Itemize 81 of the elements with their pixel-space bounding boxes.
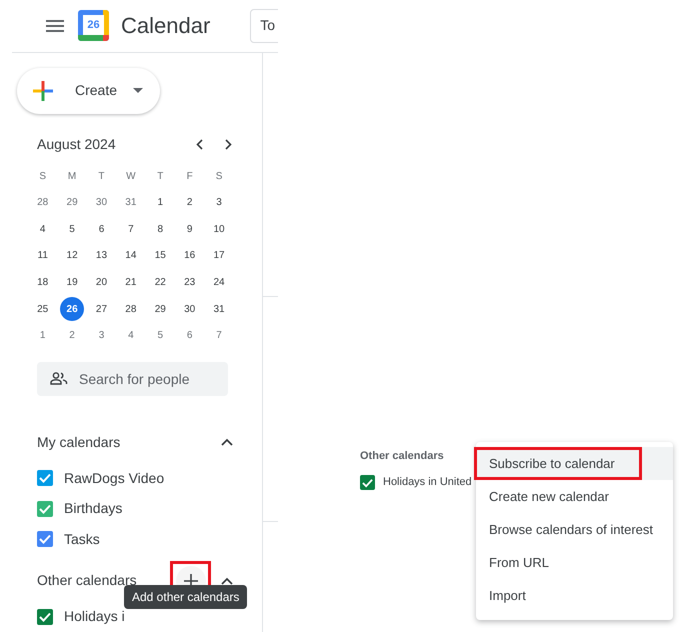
day-cell[interactable]: 31 (213, 302, 225, 317)
day-cell[interactable]: 26 (60, 297, 84, 322)
weekday-label: W (126, 170, 136, 184)
day-cell[interactable]: 3 (98, 328, 104, 344)
day-cell[interactable]: 31 (125, 195, 136, 210)
day-cell[interactable]: 30 (184, 302, 196, 317)
day-cell[interactable]: 16 (184, 248, 196, 264)
calendar-name: Tasks (64, 530, 100, 549)
previous-icon[interactable] (196, 138, 203, 150)
day-cell[interactable]: 12 (66, 248, 78, 264)
caret-icon (133, 88, 144, 94)
collapse-icon[interactable] (221, 576, 233, 584)
day-cell[interactable]: 4 (128, 328, 134, 344)
section-title: Other calendars (360, 449, 445, 464)
app-title: Calendar (121, 12, 210, 40)
menu-item[interactable]: Browse calendars of interest (489, 520, 654, 540)
checkbox[interactable] (37, 500, 53, 517)
calendar-name: Holidays i (64, 607, 125, 626)
day-cell[interactable]: 5 (69, 222, 75, 237)
day-cell[interactable]: 23 (184, 275, 196, 290)
people-search-field[interactable]: Search for people (37, 362, 228, 396)
day-cell[interactable]: 11 (38, 248, 48, 264)
create-button[interactable]: Create (17, 68, 160, 114)
section-title: My calendars (37, 432, 122, 452)
day-cell[interactable]: 22 (154, 275, 166, 290)
menu-item[interactable]: Import (489, 586, 526, 606)
day-cell[interactable]: 29 (66, 195, 78, 210)
day-cell[interactable]: 21 (125, 275, 136, 290)
day-cell[interactable]: 27 (96, 302, 108, 317)
day-cell[interactable]: 6 (186, 328, 192, 344)
day-cell[interactable]: 3 (216, 195, 222, 210)
day-cell[interactable]: 28 (37, 195, 48, 210)
day-cell[interactable]: 19 (66, 275, 78, 290)
menu-icon[interactable] (46, 20, 64, 32)
menu-item[interactable]: Create new calendar (489, 486, 609, 506)
day-cell[interactable]: 25 (37, 302, 48, 317)
day-cell[interactable]: 28 (125, 302, 136, 317)
calendar-name: Birthdays (64, 499, 122, 518)
calendar-name: Holidays in United (383, 475, 472, 490)
day-cell[interactable]: 20 (96, 275, 108, 290)
day-cell[interactable]: 7 (216, 328, 222, 344)
day-cell[interactable]: 15 (154, 248, 166, 264)
day-cell[interactable]: 24 (213, 275, 225, 290)
calendar-name: RawDogs Video (64, 468, 164, 488)
next-icon[interactable] (225, 138, 232, 150)
day-cell[interactable]: 1 (40, 328, 46, 344)
checkbox[interactable] (37, 531, 53, 548)
tooltip: Add other calendars (124, 585, 248, 609)
day-cell[interactable]: 29 (154, 302, 166, 317)
day-cell[interactable]: 10 (213, 222, 225, 237)
day-cell[interactable]: 2 (69, 328, 75, 344)
weekday-label: S (216, 170, 222, 184)
day-cell[interactable]: 14 (125, 248, 136, 264)
day-cell[interactable]: 17 (213, 248, 225, 264)
weekday-label: F (186, 170, 193, 184)
day-cell[interactable]: 4 (40, 222, 46, 237)
day-cell[interactable]: 30 (96, 195, 108, 210)
checkbox[interactable] (37, 608, 53, 625)
weekday-label: T (157, 170, 164, 184)
day-cell[interactable]: 9 (186, 222, 192, 237)
day-cell[interactable]: 8 (157, 222, 164, 237)
checkbox[interactable] (37, 470, 53, 486)
weekday-label: S (39, 170, 46, 184)
day-cell[interactable]: 5 (157, 328, 164, 344)
day-cell[interactable]: 1 (157, 195, 164, 210)
plus-icon (33, 80, 53, 101)
people-icon (50, 372, 68, 385)
day-cell[interactable]: 18 (37, 275, 48, 290)
day-cell[interactable]: 7 (128, 222, 134, 237)
day-cell[interactable]: 6 (98, 222, 104, 237)
day-cell[interactable]: 13 (96, 248, 108, 264)
today-button[interactable]: To (250, 8, 278, 43)
weekday-label: M (68, 170, 76, 184)
month-title: August 2024 (37, 134, 117, 154)
checkbox[interactable] (360, 475, 375, 490)
calendar-logo: 26 (78, 10, 109, 42)
collapse-icon[interactable] (221, 438, 233, 446)
plus-icon (184, 574, 198, 588)
menu-item[interactable]: From URL (489, 552, 549, 572)
day-cell[interactable]: 2 (186, 195, 192, 210)
weekday-label: T (98, 170, 105, 184)
